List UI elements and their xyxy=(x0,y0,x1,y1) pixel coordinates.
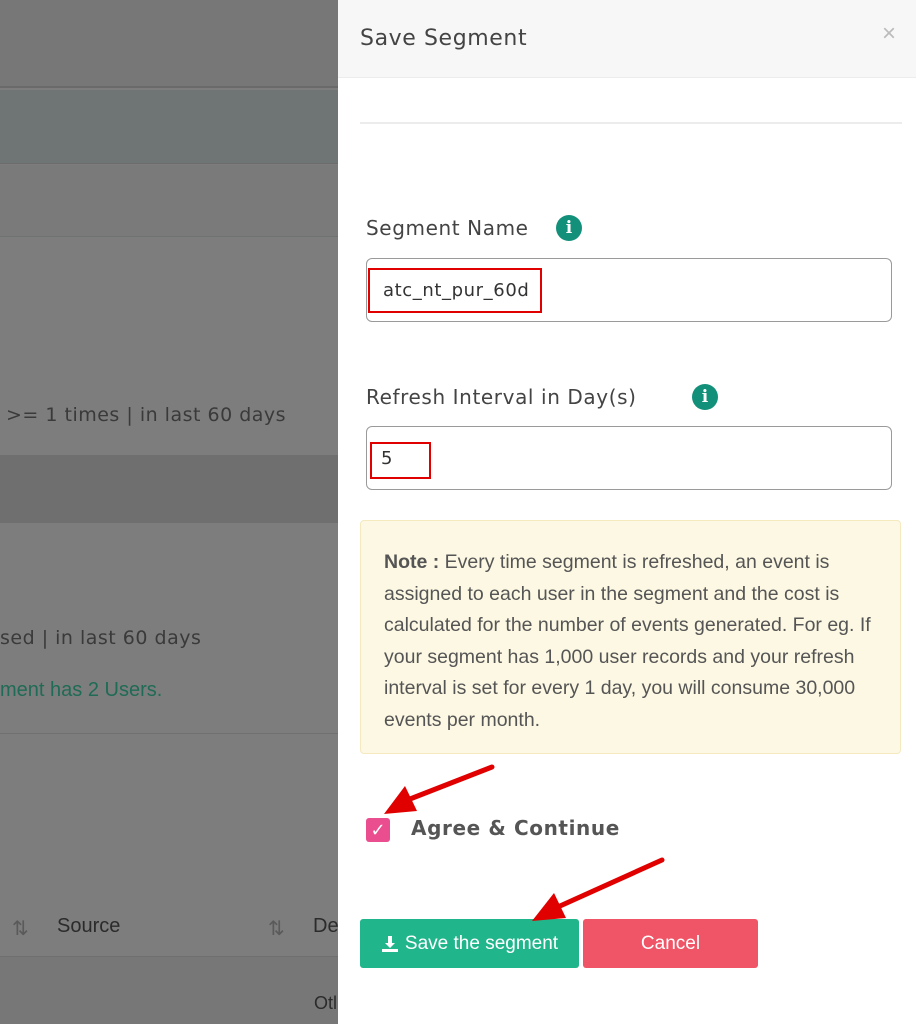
download-icon xyxy=(381,935,398,952)
background-band xyxy=(0,455,338,523)
table-cell: Otl xyxy=(314,993,338,1013)
refresh-interval-input[interactable] xyxy=(367,427,891,489)
background-rule-text: sed | in last 60 days xyxy=(0,627,202,649)
refresh-interval-field[interactable] xyxy=(366,426,892,490)
background-divider xyxy=(0,733,338,734)
note-text: Every time segment is refreshed, an even… xyxy=(384,551,871,731)
save-segment-drawer: Save Segment × Segment Name i Refresh In… xyxy=(338,0,916,1024)
background-topbar xyxy=(0,0,338,88)
info-icon[interactable]: i xyxy=(692,384,718,410)
close-icon[interactable]: × xyxy=(882,22,896,46)
segment-name-label: Segment Name xyxy=(366,216,529,240)
info-icon[interactable]: i xyxy=(556,215,582,241)
drawer-header: Save Segment × xyxy=(338,0,916,78)
check-icon: ✓ xyxy=(370,820,386,840)
note-box: Note : Every time segment is refreshed, … xyxy=(360,520,901,754)
sort-icon: ⇅ xyxy=(12,918,29,940)
refresh-interval-label: Refresh Interval in Day(s) xyxy=(366,385,637,409)
background-page: >= 1 times | in last 60 days sed | in la… xyxy=(0,0,338,1024)
note-label: Note : xyxy=(384,551,440,573)
drawer-title: Save Segment xyxy=(360,26,528,51)
divider xyxy=(360,122,902,124)
agree-checkbox[interactable]: ✓ xyxy=(366,818,390,842)
background-band xyxy=(0,90,338,164)
save-segment-button[interactable]: Save the segment xyxy=(360,919,579,968)
segment-name-input[interactable] xyxy=(367,259,891,321)
background-band xyxy=(0,165,338,237)
cancel-button[interactable]: Cancel xyxy=(583,919,758,968)
table-header-source: Source xyxy=(57,915,121,937)
save-button-label: Save the segment xyxy=(404,932,559,954)
table-row xyxy=(0,957,338,1024)
sort-icon: ⇅ xyxy=(268,918,285,940)
segment-name-field[interactable] xyxy=(366,258,892,322)
background-rule-text: >= 1 times | in last 60 days xyxy=(6,404,287,426)
cancel-button-label: Cancel xyxy=(640,932,701,954)
agree-label[interactable]: Agree & Continue xyxy=(411,816,620,840)
background-user-count: ment has 2 Users. xyxy=(0,679,163,701)
table-header-de: De xyxy=(313,915,338,937)
